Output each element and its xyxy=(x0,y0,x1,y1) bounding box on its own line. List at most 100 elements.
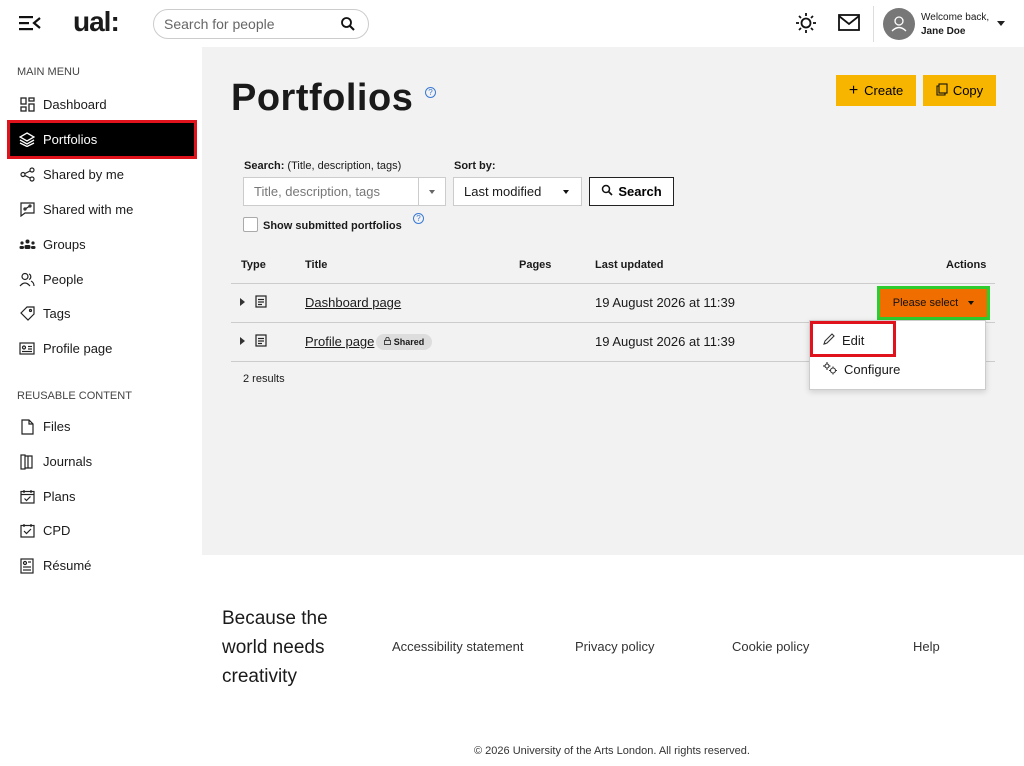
people-search[interactable] xyxy=(153,9,369,39)
search-scope-dropdown[interactable] xyxy=(418,177,446,206)
people-search-input[interactable] xyxy=(164,15,334,33)
footer-tagline: Because the world needs creativity xyxy=(222,608,328,687)
sidebar-item-plans[interactable]: Plans xyxy=(10,480,194,513)
sidebar-item-label: Shared with me xyxy=(43,202,134,217)
footer-link-cookie[interactable]: Cookie policy xyxy=(732,639,809,654)
mail-icon[interactable] xyxy=(838,14,860,36)
sidebar-item-label: Groups xyxy=(43,237,86,252)
sidebar-item-label: Plans xyxy=(43,489,76,504)
sidebar: MAIN MENU Dashboard Portfolios Shared by… xyxy=(0,47,202,587)
user-name: Jane Doe xyxy=(921,26,966,37)
sidebar-item-dashboard[interactable]: Dashboard xyxy=(10,88,194,121)
sidebar-item-label: Shared by me xyxy=(43,167,124,182)
menu-toggle-icon[interactable] xyxy=(18,12,42,34)
results-count: 2 results xyxy=(243,373,285,385)
journal-icon xyxy=(18,453,36,471)
sidebar-item-label: Files xyxy=(43,419,71,434)
plus-icon: + xyxy=(848,81,859,99)
sidebar-item-people[interactable]: People xyxy=(10,263,194,296)
sidebar-item-tags[interactable]: Tags xyxy=(10,297,194,330)
main-menu-heading: MAIN MENU xyxy=(17,66,80,78)
groups-icon xyxy=(18,236,36,254)
search-button[interactable]: Search xyxy=(589,177,674,206)
sidebar-item-journals[interactable]: Journals xyxy=(10,445,194,478)
sidebar-item-resume[interactable]: Résumé xyxy=(10,549,194,582)
avatar[interactable] xyxy=(883,8,915,40)
sidebar-item-shared-with-me[interactable]: Shared with me xyxy=(10,193,194,226)
sidebar-item-cpd[interactable]: CPD xyxy=(10,514,194,547)
file-icon xyxy=(18,418,36,436)
profile-card-icon xyxy=(18,340,36,358)
pencil-icon xyxy=(822,332,836,349)
sidebar-item-portfolios[interactable]: Portfolios xyxy=(7,120,197,159)
ual-logo[interactable]: ual: xyxy=(73,6,120,38)
column-header-type: Type xyxy=(241,259,266,271)
sidebar-item-shared-by-me[interactable]: Shared by me xyxy=(10,158,194,191)
sidebar-item-label: Journals xyxy=(43,454,93,469)
people-icon xyxy=(18,271,36,289)
column-header-pages: Pages xyxy=(519,259,552,271)
chevron-down-icon xyxy=(429,189,435,194)
dashboard-icon xyxy=(18,96,36,114)
theme-toggle-icon[interactable] xyxy=(795,12,817,39)
table-divider xyxy=(231,283,995,284)
search-icon xyxy=(601,184,613,199)
reusable-content-heading: REUSABLE CONTENT xyxy=(17,390,132,402)
search-label: Search: (Title, description, tags) xyxy=(244,160,402,172)
sidebar-item-label: People xyxy=(43,272,84,287)
share-icon xyxy=(18,166,36,184)
sidebar-item-profile-page[interactable]: Profile page xyxy=(10,332,194,365)
copy-button[interactable]: Copy xyxy=(923,75,996,106)
sort-label: Sort by: xyxy=(454,160,496,172)
help-icon[interactable]: ? xyxy=(413,213,424,224)
page-title: Portfolios xyxy=(231,77,414,119)
gears-icon xyxy=(822,361,838,378)
sidebar-item-label: CPD xyxy=(43,523,71,538)
search-icon[interactable] xyxy=(340,16,356,37)
chevron-down-icon xyxy=(563,190,569,194)
portfolio-link[interactable]: Profile page xyxy=(305,334,374,349)
layers-icon xyxy=(18,131,36,149)
sort-by-select[interactable]: Last modified xyxy=(453,177,582,206)
column-header-title[interactable]: Title xyxy=(305,259,327,271)
help-icon[interactable]: ? xyxy=(425,87,436,98)
chevron-down-icon xyxy=(968,301,975,305)
page-icon xyxy=(255,295,267,313)
footer-link-privacy[interactable]: Privacy policy xyxy=(575,639,654,654)
show-submitted-checkbox[interactable] xyxy=(243,217,258,232)
last-updated-value: 19 August 2026 at 11:39 xyxy=(595,334,735,349)
cpd-icon xyxy=(18,522,36,540)
column-header-actions: Actions xyxy=(946,259,987,271)
sidebar-item-label: Résumé xyxy=(43,558,92,573)
sidebar-item-label: Portfolios xyxy=(43,132,98,147)
footer-link-accessibility[interactable]: Accessibility statement xyxy=(392,639,524,654)
resume-icon xyxy=(18,557,36,575)
create-button[interactable]: + Create xyxy=(836,75,916,106)
action-dropdown-menu: Edit Configure xyxy=(809,320,986,390)
sidebar-item-label: Dashboard xyxy=(43,97,107,112)
plans-icon xyxy=(18,488,36,506)
welcome-text: Welcome back, xyxy=(921,12,990,23)
sidebar-item-label: Profile page xyxy=(43,341,113,356)
footer-link-help[interactable]: Help xyxy=(913,639,940,654)
user-menu-caret-icon[interactable] xyxy=(997,21,1005,26)
column-header-last-updated[interactable]: Last updated xyxy=(595,259,663,271)
sidebar-item-files[interactable]: Files xyxy=(10,410,194,443)
action-select-button[interactable]: Please select xyxy=(877,286,990,320)
portfolio-link[interactable]: Dashboard page xyxy=(305,295,401,310)
edit-menu-item[interactable]: Edit xyxy=(822,332,864,349)
last-updated-value: 19 August 2026 at 11:39 xyxy=(595,295,735,310)
shared-with-me-icon xyxy=(18,201,36,219)
copy-icon xyxy=(936,82,948,99)
header-divider xyxy=(873,6,874,42)
portfolio-search-input[interactable]: Title, description, tags xyxy=(243,177,419,206)
sidebar-item-groups[interactable]: Groups xyxy=(10,228,194,261)
tag-icon xyxy=(18,305,36,323)
configure-menu-item[interactable]: Configure xyxy=(822,361,900,378)
main-content: Portfolios ? + Create Copy Search: (Titl… xyxy=(202,47,1024,555)
page-icon xyxy=(255,334,267,352)
show-submitted-label[interactable]: Show submitted portfolios xyxy=(263,220,402,232)
expand-row-icon[interactable] xyxy=(240,337,245,345)
expand-row-icon[interactable] xyxy=(240,298,245,306)
user-greeting[interactable]: Welcome back, Jane Doe xyxy=(921,11,989,39)
